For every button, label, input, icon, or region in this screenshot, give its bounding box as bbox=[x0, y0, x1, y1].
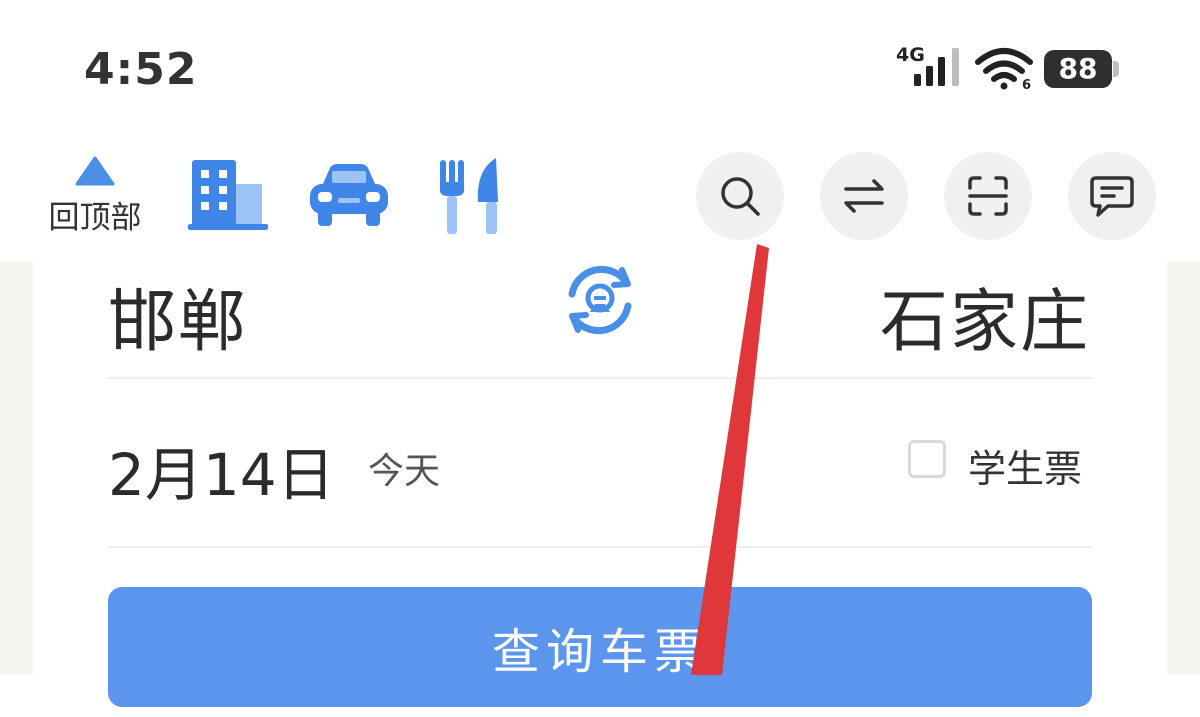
annotation-stroke bbox=[691, 244, 769, 675]
